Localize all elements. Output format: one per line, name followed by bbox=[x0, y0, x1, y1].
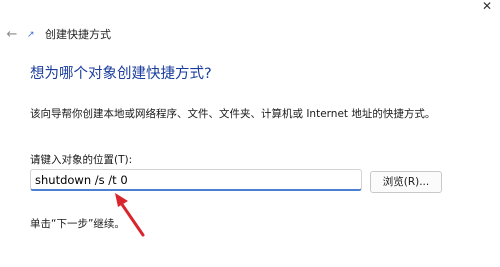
title-bar: ← ↗ 创建快捷方式 ✕ bbox=[0, 0, 500, 42]
location-label: 请键入对象的位置(T): bbox=[30, 154, 133, 166]
back-arrow-icon[interactable]: ← bbox=[3, 26, 21, 44]
annotation-arrow-head bbox=[115, 193, 128, 207]
browse-button[interactable]: 浏览(R)... bbox=[370, 171, 442, 193]
location-input[interactable] bbox=[30, 169, 362, 191]
close-icon[interactable]: ✕ bbox=[478, 0, 496, 14]
next-hint: 单击“下一步”继续。 bbox=[30, 218, 125, 230]
wizard-description: 该向导帮你创建本地或网络程序、文件、文件夹、计算机或 Internet 地址的快… bbox=[30, 108, 436, 120]
window-title: 创建快捷方式 bbox=[45, 28, 111, 41]
shortcut-icon: ↗ bbox=[27, 30, 35, 40]
page-heading: 想为哪个对象创建快捷方式? bbox=[30, 66, 212, 82]
